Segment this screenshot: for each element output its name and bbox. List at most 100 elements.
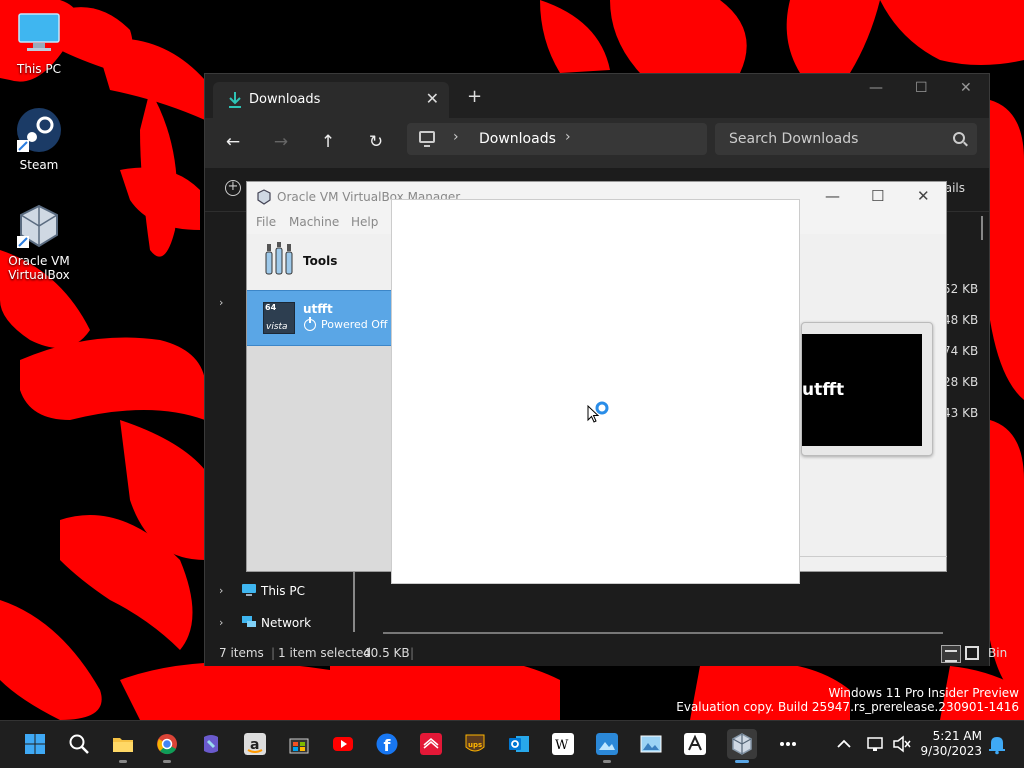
system-clock[interactable]: 5:21 AM 9/30/2023 [918,729,982,759]
virtualbox-icon [257,189,271,205]
details-button[interactable]: ails [945,181,965,195]
blank-dialog[interactable] [391,199,800,584]
taskbar-amazon[interactable]: a [240,729,270,759]
vm-item-utfft[interactable]: 64 vista utfft Powered Off [247,290,393,346]
forward-button[interactable]: → [269,130,293,154]
taskbar-search-button[interactable] [64,729,94,759]
tab-close-button[interactable]: ✕ [426,89,439,108]
selection-size: 40.5 KB [363,646,410,660]
address-bar[interactable]: › Downloads › [407,123,707,155]
close-button[interactable]: ✕ [960,80,972,96]
taskbar-virtualbox[interactable] [727,729,757,763]
breadcrumb-downloads[interactable]: Downloads [479,131,556,147]
notifications-button[interactable] [982,729,1012,759]
taskbar-file-explorer[interactable] [108,729,138,763]
steam-icon [15,106,63,154]
details-view-icon[interactable] [941,645,961,663]
windows-watermark: Windows 11 Pro Insider Preview Evaluatio… [676,686,1019,714]
taskbar-store[interactable] [284,729,314,759]
arch-badge: 64 [265,303,277,312]
running-indicator [603,760,611,763]
minimize-button[interactable]: — [825,187,840,205]
show-hidden-icons-button[interactable] [829,729,859,759]
taskbar-gallery[interactable] [636,729,666,759]
taskbar-bank[interactable] [416,729,446,759]
tab-downloads[interactable]: Downloads ✕ [213,82,449,118]
virtualbox-icon [732,733,752,755]
vm-preview: utfft [801,322,933,456]
desktop-icon-virtualbox[interactable]: Oracle VM VirtualBox [1,202,77,282]
svg-text:f: f [384,736,392,755]
taskbar-outlook[interactable] [504,729,534,759]
up-button[interactable]: ↑ [316,130,340,154]
desktop-icon-label-line2: VirtualBox [8,268,70,282]
menu-file[interactable]: File [256,215,276,229]
maximize-button[interactable]: ☐ [915,80,928,96]
menu-help[interactable]: Help [351,215,378,229]
tiles-view-icon[interactable] [965,646,979,660]
horizontal-scrollbar[interactable] [383,632,943,634]
refresh-button[interactable]: ↻ [364,130,388,154]
desktop-icon-label: Steam [19,158,59,172]
recycle-bin-label: Bin [988,646,1008,660]
vm-name: utfft [303,302,333,316]
breadcrumb-separator: › [453,129,459,145]
volume-button[interactable] [887,729,917,759]
watermark-line2: Evaluation copy. Build 25947.rs_prerelea… [676,700,1019,714]
sidebar-item-network[interactable]: › Network [219,612,349,636]
file-size: 52 KB [943,282,979,296]
taskbar-facebook[interactable]: f [372,729,402,759]
vertical-scrollbar[interactable] [981,216,983,240]
taskbar-photos[interactable] [592,729,622,763]
desktop-icon-this-pc[interactable]: This PC [1,10,77,76]
new-tab-button[interactable]: + [467,86,482,107]
view-toggle [941,645,981,663]
tab-title: Downloads [249,92,321,107]
preview-screen: utfft [802,334,922,446]
taskbar-chrome[interactable] [152,729,182,763]
sidebar-expand-item[interactable]: › [219,292,249,316]
svg-text:ups: ups [468,741,482,749]
minimize-button[interactable]: — [869,80,883,96]
close-button[interactable]: ✕ [917,187,930,205]
clock-date: 9/30/2023 [920,744,982,758]
ups-icon: ups [465,734,485,752]
tools-label: Tools [303,254,338,268]
navigation-bar: ← → ↑ ↻ › Downloads › Search Downloads [205,118,989,168]
windows-logo-icon [25,734,45,754]
breadcrumb-separator[interactable]: › [565,129,571,145]
search-input[interactable]: Search Downloads [715,123,977,155]
network-icon [867,737,883,751]
wikipedia-icon: W [552,733,574,755]
download-icon [229,92,241,108]
chevron-right-icon[interactable]: › [219,584,223,597]
start-button[interactable] [20,729,50,759]
more-icon [780,742,796,746]
sidebar-item-this-pc[interactable]: › This PC [219,580,349,604]
maximize-button[interactable]: ☐ [871,187,884,205]
chrome-icon [157,734,177,755]
back-button[interactable]: ← [221,130,245,154]
taskbar-more-button[interactable] [773,729,803,759]
adobe-icon [684,733,706,755]
power-icon [304,317,316,331]
taskbar-youtube[interactable] [328,729,358,759]
outlook-icon [509,736,529,752]
taskbar-adobe[interactable] [680,729,710,759]
item-count: 7 items [219,646,264,660]
chevron-right-icon[interactable]: › [219,616,223,629]
taskbar-ups[interactable]: ups [460,729,490,759]
taskbar-copilot[interactable] [196,729,226,759]
file-size: 43 KB [943,406,979,420]
taskbar-wikipedia[interactable]: W [548,729,578,759]
tools-item[interactable]: Tools [247,234,393,290]
menu-machine[interactable]: Machine [289,215,339,229]
volume-muted-icon [893,735,911,753]
desktop-icon-steam[interactable]: Steam [1,106,77,172]
virtualbox-icon [15,202,63,250]
chevron-right-icon[interactable]: › [219,296,223,309]
new-item-button[interactable]: + [225,180,241,196]
taskbar: a f ups W 5:21 AM 9/30/2023 [0,720,1024,768]
status-divider: | [271,646,276,660]
desktop-icon-label-line1: Oracle VM [8,254,70,268]
